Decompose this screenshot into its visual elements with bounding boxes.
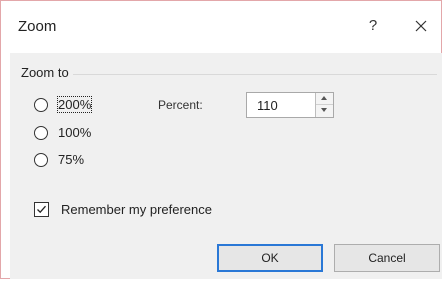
percent-spinner[interactable] (246, 92, 334, 118)
spin-buttons (315, 93, 333, 117)
title-bar: Zoom ? (1, 1, 441, 51)
spin-down-button[interactable] (316, 105, 333, 117)
radio-label-100: 100% (58, 125, 92, 140)
radio-button[interactable] (34, 153, 48, 167)
close-button[interactable] (407, 12, 435, 40)
remember-preference-label: Remember my preference (61, 202, 212, 217)
radio-button[interactable] (34, 98, 48, 112)
percent-label: Percent: (158, 98, 203, 112)
radio-label-75: 75% (58, 152, 85, 167)
dialog-title: Zoom (18, 18, 57, 35)
cancel-button[interactable]: Cancel (334, 244, 440, 272)
group-divider (73, 74, 437, 75)
zoom-to-group-label: Zoom to (21, 65, 69, 80)
checkbox[interactable] (34, 202, 49, 217)
close-icon (415, 20, 427, 32)
percent-input[interactable] (247, 93, 315, 117)
ok-button[interactable]: OK (217, 244, 323, 272)
dialog-body: Zoom to 200% 100% 75% Percent: 110 Remem… (10, 53, 442, 279)
radio-label-200: 200% (56, 96, 93, 113)
zoom-dialog: Zoom ? Zoom to 200% 100% 75% Percent: 11… (0, 0, 442, 279)
radio-button[interactable] (34, 126, 48, 140)
checkmark-icon (37, 205, 46, 214)
help-button[interactable]: ? (361, 12, 385, 40)
spin-up-button[interactable] (316, 93, 333, 105)
